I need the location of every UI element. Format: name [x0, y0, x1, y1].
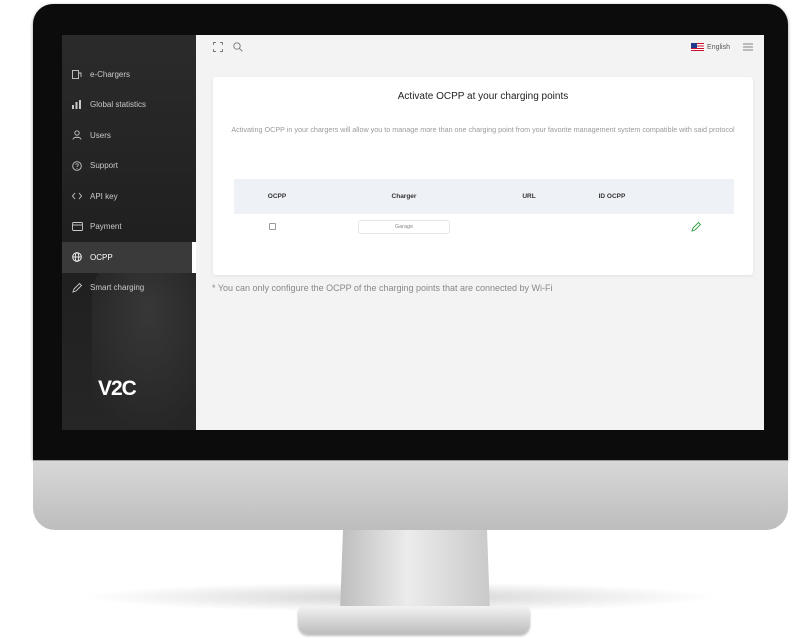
sidebar-item-label: Payment — [90, 222, 122, 232]
search-icon[interactable] — [232, 41, 244, 53]
column-header-url: URL — [522, 193, 536, 200]
page-title: Activate OCPP at your charging points — [397, 91, 569, 102]
bar-chart-icon — [71, 99, 83, 111]
flag-icon — [691, 43, 705, 51]
column-header-id-ocpp: ID OCPP — [598, 193, 626, 200]
sidebar-item-global-statistics[interactable]: Global statistics — [62, 90, 196, 121]
card-icon — [71, 221, 83, 233]
monitor-stand-neck — [340, 530, 490, 612]
top-bar: English — [196, 35, 764, 59]
sidebar-item-api-key[interactable]: API key — [62, 181, 196, 212]
edit-icon[interactable] — [689, 220, 702, 233]
sidebar-nav: e-Chargers Global statistics Users Suppo… — [62, 59, 196, 303]
column-header-charger: Charger — [391, 193, 417, 200]
sidebar-item-label: e-Chargers — [90, 69, 131, 79]
code-icon — [71, 190, 83, 202]
fullscreen-icon[interactable] — [212, 41, 224, 53]
sidebar-item-label: Users — [90, 130, 111, 140]
menu-icon[interactable] — [742, 41, 754, 53]
table-header: OCPP Charger URL ID OCPP — [234, 179, 734, 214]
sidebar-item-e-chargers[interactable]: e-Chargers — [62, 59, 196, 90]
sidebar-item-label: OCPP — [90, 252, 113, 262]
sidebar-item-ocpp[interactable]: OCPP — [62, 242, 196, 273]
sidebar: e-Chargers Global statistics Users Suppo… — [62, 35, 196, 430]
sidebar-item-payment[interactable]: Payment — [62, 212, 196, 243]
pencil-icon — [71, 282, 83, 294]
column-header-ocpp: OCPP — [267, 193, 287, 200]
ocpp-card: Activate OCPP at your charging points Ac… — [213, 77, 753, 275]
brand-logo: V2C — [98, 377, 137, 400]
monitor-stand-base — [298, 606, 530, 634]
sidebar-item-users[interactable]: Users — [62, 120, 196, 151]
sidebar-item-smart-charging[interactable]: Smart charging — [62, 273, 196, 304]
charger-icon — [71, 68, 83, 80]
wifi-note: * You can only configure the OCPP of the… — [212, 283, 553, 293]
user-icon — [71, 129, 83, 141]
ocpp-checkbox[interactable] — [269, 223, 276, 230]
language-label: English — [707, 43, 730, 51]
sidebar-item-label: Support — [90, 161, 119, 171]
globe-icon — [71, 251, 83, 263]
language-selector[interactable]: English — [691, 43, 730, 51]
help-circle-icon — [71, 160, 83, 172]
sidebar-item-label: API key — [90, 191, 118, 201]
page-description: Activating OCPP in your chargers will al… — [231, 125, 735, 134]
sidebar-item-label: Smart charging — [90, 283, 145, 293]
sidebar-item-label: Global statistics — [90, 100, 147, 110]
charger-field[interactable]: Garage — [358, 220, 450, 234]
sidebar-item-support[interactable]: Support — [62, 151, 196, 182]
monitor-chin — [33, 460, 788, 530]
table-row: Garage — [234, 214, 734, 240]
monitor-mockup: e-Chargers Global statistics Users Suppo… — [0, 0, 803, 639]
app-screen: e-Chargers Global statistics Users Suppo… — [62, 35, 764, 430]
